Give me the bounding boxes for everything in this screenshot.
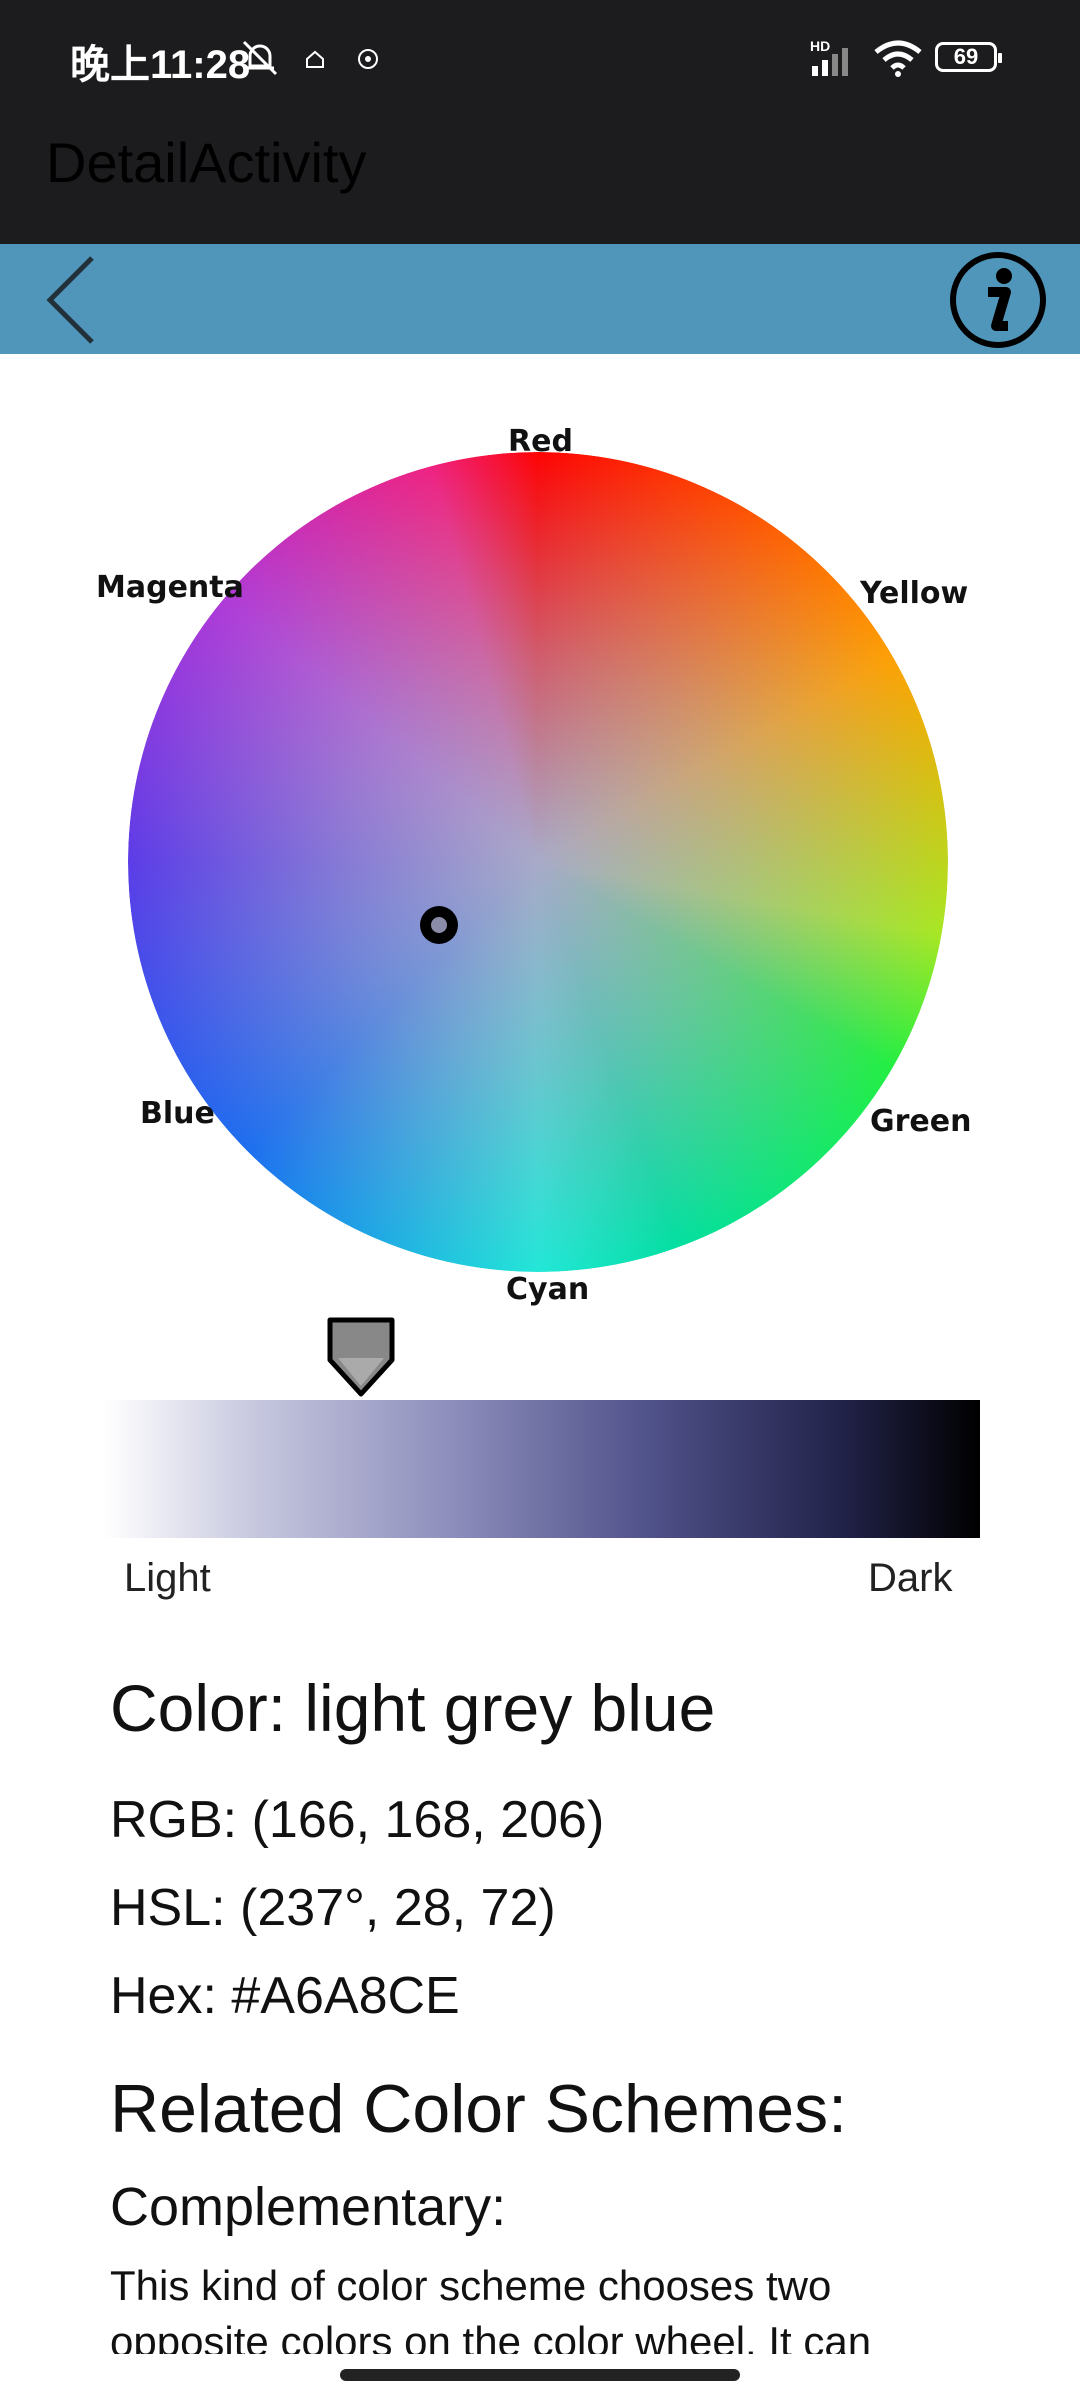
- hex-value: Hex: #A6A8CE: [110, 1967, 460, 2025]
- home-icon: [306, 50, 324, 68]
- status-bar: 晚上11:28 HD 69: [0, 0, 1080, 120]
- home-indicator[interactable]: [340, 2369, 740, 2381]
- wheel-label-green: Green: [870, 1104, 972, 1139]
- battery-level: 69: [953, 44, 979, 69]
- battery-icon: 69: [935, 42, 1002, 72]
- info-icon[interactable]: [948, 250, 1048, 350]
- compass-icon: [358, 49, 378, 69]
- wifi-icon: [874, 40, 922, 77]
- related-schemes-title: Related Color Schemes:: [110, 2071, 848, 2147]
- color-wheel[interactable]: [128, 452, 948, 1272]
- app-title: DetailActivity: [46, 131, 367, 194]
- wheel-label-magenta: Magenta: [96, 570, 244, 605]
- rgb-value: RGB: (166, 168, 206): [110, 1791, 605, 1849]
- back-chevron-icon[interactable]: [40, 252, 110, 348]
- hsl-value: HSL: (237°, 28, 72): [110, 1879, 556, 1937]
- light-label: Light: [124, 1556, 211, 1600]
- color-name: Color: light grey blue: [110, 1671, 716, 1745]
- complementary-title: Complementary:: [110, 2177, 507, 2237]
- lightness-slider-thumb[interactable]: [326, 1316, 396, 1400]
- wheel-label-yellow: Yellow: [860, 576, 969, 611]
- wheel-label-red: Red: [508, 424, 573, 459]
- wheel-label-blue: Blue: [140, 1096, 215, 1131]
- lightness-gradient-bar[interactable]: [104, 1400, 980, 1538]
- color-wheel-saturation: [128, 452, 948, 1272]
- toolbar: [0, 244, 1080, 354]
- mute-bell-icon: [242, 40, 278, 76]
- color-wheel-marker[interactable]: [420, 906, 458, 944]
- signal-icon: [812, 48, 848, 76]
- complementary-description: This kind of color scheme chooses two op…: [110, 2262, 872, 2354]
- status-time: 晚上11:28: [70, 43, 251, 87]
- wheel-label-cyan: Cyan: [506, 1272, 590, 1307]
- dark-label: Dark: [868, 1556, 953, 1600]
